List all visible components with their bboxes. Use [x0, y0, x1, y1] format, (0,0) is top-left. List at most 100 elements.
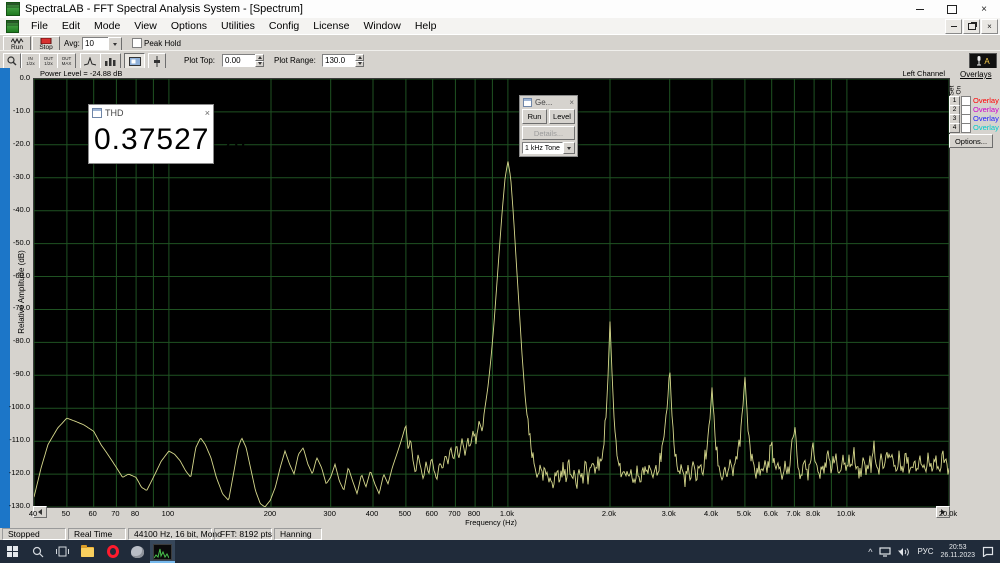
window-title: SpectraLAB - FFT Spectral Analysis Syste…	[25, 3, 303, 15]
taskbar-search-button[interactable]	[25, 540, 50, 563]
thd-value: 0.37527 %	[89, 120, 213, 160]
taskbar: ^ РУС 20:53 26.11.2023	[0, 540, 1000, 563]
language-indicator[interactable]: РУС	[917, 547, 933, 556]
menu-license[interactable]: License	[306, 18, 356, 34]
thd-dialog-titlebar[interactable]: THD ×	[89, 105, 213, 120]
y-tick-label: -50.0	[13, 239, 30, 247]
generator-details-button: Details...	[522, 126, 575, 140]
generator-dialog-titlebar[interactable]: Ge... ×	[520, 96, 577, 108]
plot-top-input[interactable]: 0.00	[222, 54, 258, 67]
generator-level-button[interactable]: Level	[549, 109, 575, 124]
transport-toolbar: Run Stop Avg: 10 Peak Hold	[0, 34, 1000, 51]
status-sample-format: 44100 Hz, 16 bit, Mono	[128, 528, 212, 540]
mdi-close-button[interactable]: ×	[981, 19, 998, 34]
x-tick-label: 400	[355, 509, 389, 518]
plot-range-spinner[interactable]	[355, 54, 364, 67]
start-button[interactable]	[0, 540, 25, 563]
status-mode: Real Time	[68, 528, 126, 540]
generator-signal-select[interactable]: 1 kHz Tone	[522, 142, 563, 154]
peak-curve-icon	[84, 57, 97, 66]
display-mode-button[interactable]	[124, 53, 145, 69]
x-tick-label: 200	[253, 509, 287, 518]
menu-window[interactable]: Window	[356, 18, 407, 34]
overlay-row: 4 Overlay 4	[949, 123, 1000, 132]
status-window-function: Hanning	[274, 528, 322, 540]
menu-config[interactable]: Config	[262, 18, 306, 34]
taskbar-clock[interactable]: 20:53 26.11.2023	[940, 544, 975, 560]
thd-dialog-title: THD	[105, 108, 124, 118]
close-button[interactable]: ×	[968, 0, 1000, 18]
status-bar: Stopped Real Time 44100 Hz, 16 bit, Mono…	[0, 528, 1000, 540]
plot-range-input[interactable]: 130.0	[322, 54, 358, 67]
menu-file[interactable]: File	[24, 18, 55, 34]
spectralab-icon	[153, 544, 172, 560]
windows-logo-icon	[7, 546, 18, 557]
y-tick-label: -70.0	[13, 304, 30, 312]
chevron-down-icon	[567, 147, 571, 150]
opera-browser-button[interactable]	[100, 540, 125, 563]
mdi-restore-button[interactable]	[963, 19, 980, 34]
plot-top-spinner[interactable]	[255, 54, 264, 67]
peak-hold-label: Peak Hold	[144, 39, 181, 48]
input-monitor-button[interactable]: A	[969, 53, 997, 69]
menu-help[interactable]: Help	[408, 18, 444, 34]
generator-signal-dropdown[interactable]	[563, 142, 575, 154]
taskbar-app-button-6[interactable]	[125, 540, 150, 563]
maximize-icon	[947, 5, 957, 14]
menu-view[interactable]: View	[127, 18, 164, 34]
marker-button[interactable]	[148, 53, 166, 69]
plot-top-label: Plot Top:	[184, 56, 215, 65]
x-tick-label: 10.0k	[829, 509, 863, 518]
generator-dialog[interactable]: Ge... × Run Level Details... 1 kHz Tone	[519, 95, 578, 157]
y-tick-label: 0.0	[20, 74, 30, 82]
file-explorer-button[interactable]	[75, 540, 100, 563]
line-plot-button[interactable]	[80, 53, 101, 69]
maximize-button[interactable]	[936, 0, 968, 18]
system-tray: ^ РУС 20:53 26.11.2023	[868, 544, 1000, 560]
x-tick-label: 80	[118, 509, 152, 518]
thd-close-button[interactable]: ×	[205, 108, 210, 118]
peak-hold-checkbox[interactable]	[132, 38, 142, 48]
chevron-down-icon	[113, 43, 117, 46]
generator-close-button[interactable]: ×	[569, 98, 574, 107]
spectrum-panel: Power Level = -24.88 dB Left Channel Rel…	[10, 68, 1000, 528]
spin-up-icon	[358, 56, 362, 59]
overlays-set-column-label: Set	[949, 80, 956, 96]
volume-icon[interactable]	[898, 547, 910, 557]
zoom-out-half-button[interactable]: OUT1/2x	[39, 53, 58, 69]
overlay-4-checkbox[interactable]	[961, 123, 971, 133]
input-monitor-letter: A	[984, 57, 989, 66]
thd-dialog-icon	[92, 108, 102, 118]
menu-mode[interactable]: Mode	[87, 18, 127, 34]
minimize-button[interactable]	[904, 0, 936, 18]
spectrum-trace	[34, 161, 949, 507]
clock-time: 20:53	[940, 544, 975, 552]
gray-app-icon	[131, 546, 144, 558]
x-tick-label: 800	[457, 509, 491, 518]
zoom-tool-button[interactable]	[3, 53, 21, 69]
menu-edit[interactable]: Edit	[55, 18, 87, 34]
task-view-button[interactable]	[50, 540, 75, 563]
menu-options[interactable]: Options	[164, 18, 214, 34]
y-tick-label: -60.0	[13, 272, 30, 280]
plot-toolbar: IN1/2x OUT1/2x OUTMAX Plot Top: 0.00 Plo…	[0, 50, 1000, 69]
minimize-icon	[916, 9, 924, 10]
menu-utilities[interactable]: Utilities	[214, 18, 262, 34]
tray-chevron-icon[interactable]: ^	[868, 547, 872, 557]
spectralab-taskbar-button[interactable]	[150, 540, 175, 563]
zoom-out-max-button[interactable]: OUTMAX	[57, 53, 76, 69]
screen: SpectraLAB - FFT Spectral Analysis Syste…	[0, 0, 1000, 563]
notification-icon[interactable]	[982, 546, 994, 557]
x-tick-label: 3.0k	[652, 509, 686, 518]
thd-dialog[interactable]: THD × 0.37527 %	[88, 104, 214, 164]
x-tick-label: 40	[16, 509, 50, 518]
zoom-in-half-button[interactable]: IN1/2x	[21, 53, 40, 69]
y-tick-label: -30.0	[13, 173, 30, 181]
overlay-4-set-button[interactable]: 4	[949, 123, 960, 133]
generator-run-button[interactable]: Run	[522, 109, 547, 124]
overlays-options-button[interactable]: Options...	[949, 134, 993, 148]
overlays-header: Overlays	[960, 70, 992, 79]
mdi-minimize-button[interactable]	[945, 19, 962, 34]
network-icon[interactable]	[879, 547, 891, 557]
bar-plot-button[interactable]	[100, 53, 121, 69]
